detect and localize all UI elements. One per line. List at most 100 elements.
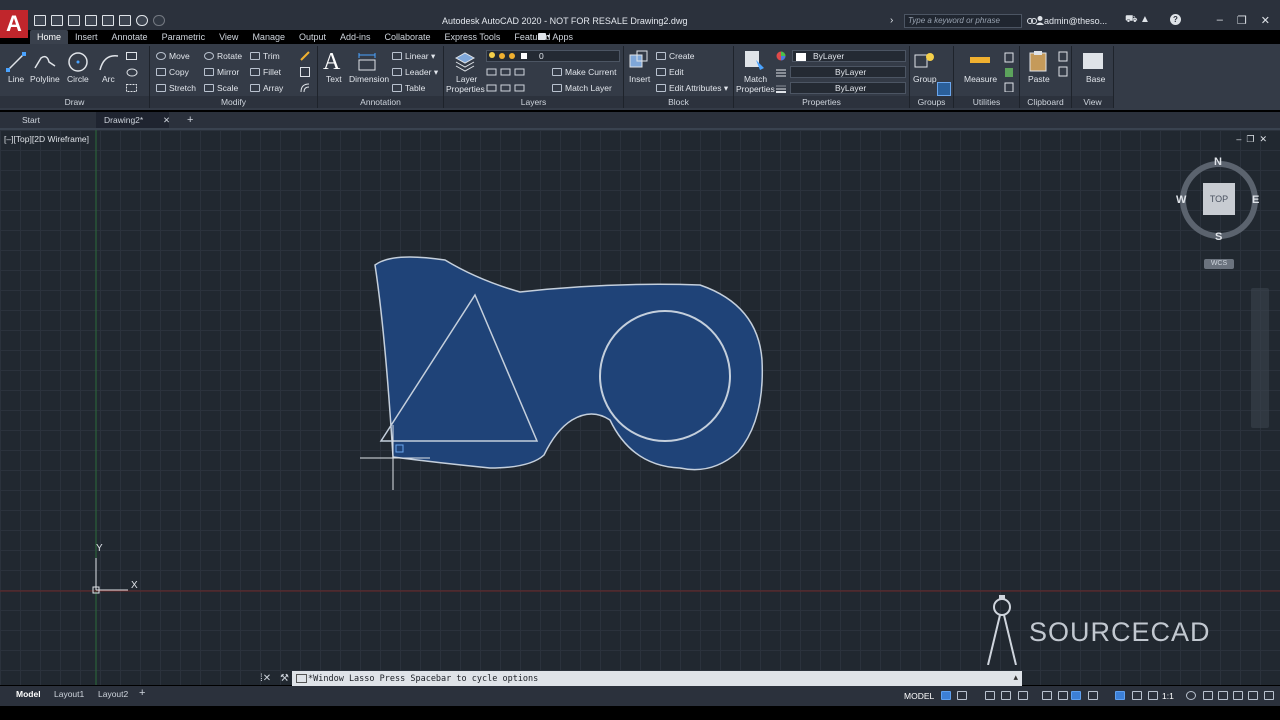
tab-manage[interactable]: Manage xyxy=(245,30,292,44)
user-name[interactable]: admin@theso... xyxy=(1044,16,1107,26)
close-icon[interactable]: ✕ xyxy=(1261,14,1270,27)
compass-north[interactable]: N xyxy=(1214,156,1222,168)
compass-south[interactable]: S xyxy=(1215,231,1222,243)
match-properties-icon[interactable] xyxy=(744,50,766,74)
layer-properties-label-1[interactable]: Layer xyxy=(456,74,477,84)
annotation-monitor-icon[interactable] xyxy=(1203,691,1213,700)
new-icon[interactable] xyxy=(34,15,46,26)
annotation-visibility-icon[interactable] xyxy=(1132,691,1142,700)
a360-icon[interactable]: ▲ xyxy=(1140,14,1150,25)
drawing-tab[interactable]: Drawing2* xyxy=(96,112,170,128)
search-input[interactable]: Type a keyword or phrase xyxy=(904,14,1022,28)
snap-icon[interactable] xyxy=(957,691,967,700)
clipboard-tools-icon[interactable] xyxy=(1058,51,1068,93)
clean-screen-icon[interactable] xyxy=(1248,691,1258,700)
linetype-dropdown[interactable]: ByLayer xyxy=(790,66,906,78)
measure-icon[interactable] xyxy=(970,56,990,66)
rotate-button[interactable]: Rotate xyxy=(204,51,242,61)
polyline-icon[interactable] xyxy=(33,52,57,74)
tab-express-tools[interactable]: Express Tools xyxy=(438,30,508,44)
open-icon[interactable] xyxy=(51,15,63,26)
fillet-button[interactable]: Fillet xyxy=(250,67,281,77)
compass-west[interactable]: W xyxy=(1176,194,1186,206)
viewcube-top-face[interactable]: TOP xyxy=(1203,183,1235,215)
copy-button[interactable]: Copy xyxy=(156,67,189,77)
explode-icon[interactable] xyxy=(300,67,310,79)
mirror-button[interactable]: Mirror xyxy=(204,67,239,77)
calculator-icon[interactable] xyxy=(1004,52,1014,94)
annotation-scale-value[interactable]: 1:1 xyxy=(1162,691,1174,701)
workspace-gear-icon[interactable] xyxy=(1186,691,1196,700)
units-icon[interactable] xyxy=(1218,691,1228,700)
viewcube[interactable]: TOP N S E W xyxy=(1176,156,1261,243)
erase-icon[interactable] xyxy=(300,51,310,63)
make-current-button[interactable]: Make Current xyxy=(552,67,617,77)
model-space-toggle[interactable]: MODEL xyxy=(904,691,934,701)
compass-east[interactable]: E xyxy=(1252,194,1259,206)
tab-home[interactable]: Home xyxy=(30,30,69,44)
minimize-icon[interactable]: – xyxy=(1217,14,1223,27)
object-snap-tracking-icon[interactable] xyxy=(1058,691,1068,700)
modify-panel-title[interactable]: Modify xyxy=(150,96,317,108)
annotation-scale-icon[interactable] xyxy=(1148,691,1158,700)
layer-properties-label-2[interactable]: Properties xyxy=(446,84,485,94)
customization-menu-icon[interactable] xyxy=(1264,691,1274,700)
base-view-icon[interactable] xyxy=(1082,52,1104,72)
close-tab-icon[interactable]: ✕ xyxy=(163,112,170,128)
leader-button[interactable]: Leader ▾ xyxy=(392,67,438,78)
groups-panel-title[interactable]: Groups xyxy=(910,96,953,108)
lineweight-display-icon[interactable] xyxy=(1088,691,1098,700)
tab-annotate[interactable]: Annotate xyxy=(105,30,155,44)
properties-panel-title[interactable]: Properties xyxy=(734,96,909,108)
polar-icon[interactable] xyxy=(1018,691,1028,700)
layer-tools-icons[interactable] xyxy=(486,67,546,97)
new-tab-icon[interactable]: + xyxy=(187,112,193,128)
tab-output[interactable]: Output xyxy=(292,30,333,44)
table-button[interactable]: Table xyxy=(392,83,425,93)
rectangle-icon[interactable] xyxy=(126,52,138,63)
line-button[interactable]: Line xyxy=(8,74,24,84)
tab-parametric[interactable]: Parametric xyxy=(155,30,213,44)
text-button[interactable]: Text xyxy=(326,74,342,84)
create-block-button[interactable]: Create xyxy=(656,51,695,61)
cart-icon[interactable]: ⛟ xyxy=(1125,14,1138,27)
grid-icon[interactable] xyxy=(941,691,951,700)
undo-icon[interactable] xyxy=(136,15,148,26)
array-button[interactable]: Array xyxy=(250,83,283,93)
chevron-right-icon[interactable]: › xyxy=(890,15,893,26)
arc-button[interactable]: Arc xyxy=(102,74,115,84)
navigation-bar[interactable] xyxy=(1251,288,1269,428)
group-button[interactable]: Group xyxy=(913,74,937,84)
isolate-objects-icon[interactable] xyxy=(1233,691,1243,700)
layer-properties-icon[interactable] xyxy=(454,50,476,74)
trim-button[interactable]: Trim xyxy=(250,51,280,61)
model-layout-tab[interactable]: Model xyxy=(16,689,41,699)
group-icon[interactable] xyxy=(914,51,936,73)
annotation-panel-title[interactable]: Annotation xyxy=(318,96,443,108)
tab-view[interactable]: View xyxy=(212,30,245,44)
command-line-close-icon[interactable]: ⁞✕ xyxy=(260,673,271,684)
drawing-viewport[interactable]: [–][Top][2D Wireframe] –❐✕ Y X TOP N S E… xyxy=(0,130,1280,685)
paste-icon[interactable] xyxy=(1028,50,1048,74)
web-mobile-icon[interactable] xyxy=(102,15,114,26)
text-icon[interactable]: A xyxy=(323,49,340,76)
color-dropdown[interactable]: ByLayer xyxy=(792,50,906,62)
tab-collaborate[interactable]: Collaborate xyxy=(378,30,438,44)
selection-cycling-icon[interactable] xyxy=(1115,691,1125,700)
insert-icon[interactable] xyxy=(629,50,649,72)
customize-icon[interactable]: ⚒ xyxy=(280,673,289,684)
arc-icon[interactable] xyxy=(98,52,120,74)
match-properties-label-2[interactable]: Properties xyxy=(736,84,775,94)
match-properties-label-1[interactable]: Match xyxy=(744,74,767,84)
move-button[interactable]: Move xyxy=(156,51,190,61)
dimension-icon[interactable] xyxy=(356,52,378,74)
paste-button[interactable]: Paste xyxy=(1028,74,1050,84)
view-panel-title[interactable]: View xyxy=(1072,96,1113,108)
tab-add-ins[interactable]: Add-ins xyxy=(333,30,378,44)
layers-panel-title[interactable]: Layers xyxy=(444,96,623,108)
insert-button[interactable]: Insert xyxy=(629,74,650,84)
object-snap-icon[interactable] xyxy=(1071,691,1081,700)
ribbon-toggle-icon[interactable] xyxy=(538,32,550,41)
circle-button[interactable]: Circle xyxy=(67,74,89,84)
draw-panel-title[interactable]: Draw xyxy=(0,96,149,108)
